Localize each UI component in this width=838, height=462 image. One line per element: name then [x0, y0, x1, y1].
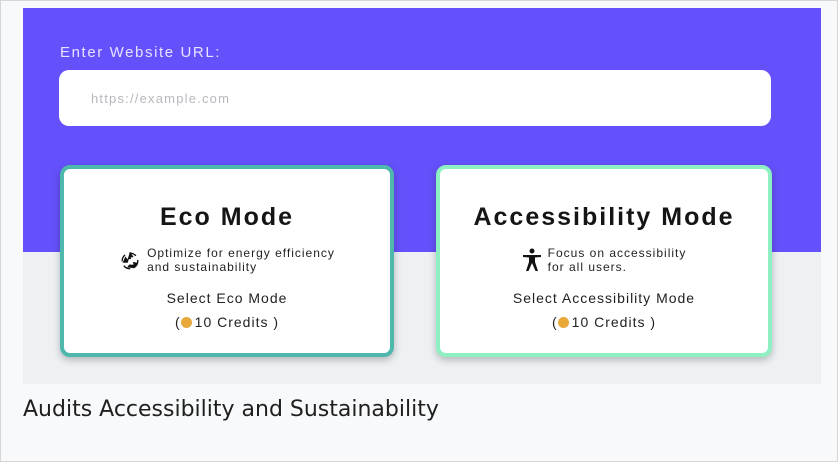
eco-mode-description: Optimize for energy efficiency and susta…: [64, 246, 390, 274]
accessibility-person-icon: [522, 248, 542, 272]
eco-mode-title: Eco Mode: [159, 203, 295, 231]
eco-credits-text: 10 Credits ): [194, 314, 280, 330]
coin-icon: [557, 316, 569, 328]
accessibility-desc-line1: Focus on accessibility: [547, 246, 687, 260]
accessibility-mode-card[interactable]: Accessibility Mode Focus on accessibilit…: [436, 165, 772, 357]
figure-frame: Enter Website URL: https://example.com E…: [0, 0, 838, 462]
accessibility-mode-description: Focus on accessibility for all users.: [440, 246, 768, 274]
accessibility-credits-text: 10 Credits ): [571, 314, 657, 330]
recycle-icon: [119, 249, 141, 271]
eco-credits: ( 10 Credits ): [64, 314, 390, 330]
figure-caption: Audits Accessibility and Sustainability: [23, 397, 439, 422]
url-input[interactable]: https://example.com: [59, 70, 771, 126]
accessibility-credits: ( 10 Credits ): [440, 314, 768, 330]
accessibility-credits-open: (: [551, 314, 558, 330]
accessibility-desc-line2: for all users.: [547, 260, 627, 274]
url-label: Enter Website URL:: [60, 44, 222, 61]
app-screenshot: Enter Website URL: https://example.com E…: [23, 8, 821, 384]
coin-icon: [180, 316, 192, 328]
eco-desc-line2: and sustainability: [147, 260, 258, 274]
select-eco-mode-label: Select Eco Mode: [166, 290, 288, 306]
accessibility-mode-title: Accessibility Mode: [473, 203, 735, 231]
url-placeholder: https://example.com: [91, 90, 231, 106]
select-accessibility-mode-label: Select Accessibility Mode: [512, 290, 696, 306]
eco-desc-line1: Optimize for energy efficiency: [147, 246, 335, 260]
eco-credits-open: (: [174, 314, 181, 330]
eco-mode-card[interactable]: Eco Mode Optimize for energy efficiency …: [60, 165, 394, 357]
